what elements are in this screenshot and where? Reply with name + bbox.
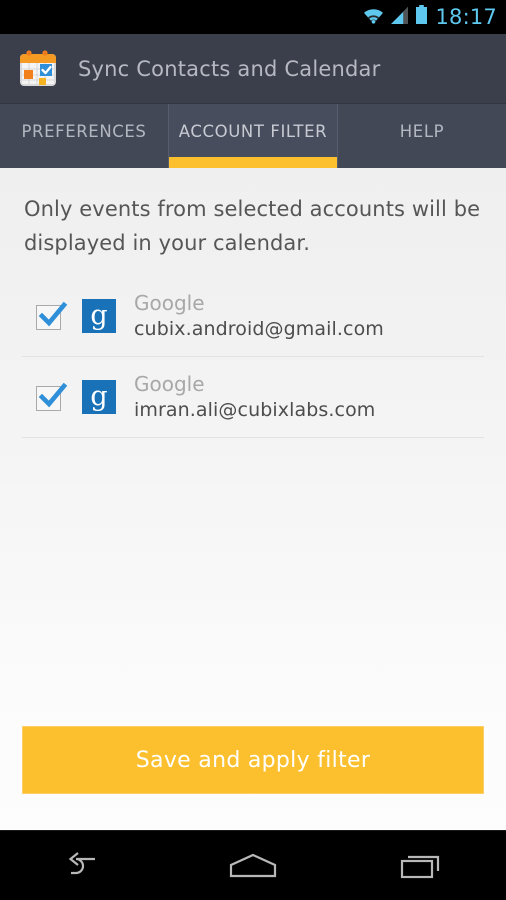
cellular-signal-icon [390, 6, 410, 29]
status-clock: 18:17 [435, 5, 497, 29]
account-checkbox[interactable] [36, 382, 68, 411]
account-text-group: Google cubix.android@gmail.com [134, 291, 384, 342]
battery-icon [415, 5, 428, 29]
account-email: cubix.android@gmail.com [134, 317, 384, 340]
google-logo-icon: g [82, 299, 116, 333]
account-email: imran.ali@cubixlabs.com [134, 398, 376, 421]
tab-bar: PREFERENCES ACCOUNT FILTER HELP [0, 104, 506, 168]
account-list: g Google cubix.android@gmail.com g Googl… [0, 276, 506, 438]
save-button-container: Save and apply filter [0, 726, 506, 830]
checkmark-icon [38, 301, 68, 327]
save-and-apply-filter-button[interactable]: Save and apply filter [22, 726, 484, 794]
nav-back-button[interactable] [39, 839, 129, 893]
account-row[interactable]: g Google cubix.android@gmail.com [0, 276, 506, 356]
google-logo-icon: g [82, 380, 116, 414]
account-checkbox[interactable] [36, 301, 68, 330]
account-text-group: Google imran.ali@cubixlabs.com [134, 372, 375, 423]
action-bar: Sync Contacts and Calendar [0, 34, 506, 104]
list-divider [22, 437, 484, 438]
recent-apps-icon [400, 855, 439, 878]
nav-home-button[interactable] [208, 839, 298, 893]
back-arrow-icon [69, 851, 96, 874]
status-bar: 18:17 [0, 0, 506, 34]
tab-preferences[interactable]: PREFERENCES [0, 104, 168, 168]
tab-account-filter-label: ACCOUNT FILTER [178, 122, 328, 141]
account-provider: Google [134, 290, 205, 315]
account-row[interactable]: g Google imran.ali@cubixlabs.com [0, 357, 506, 437]
system-navigation-bar [0, 830, 506, 900]
wifi-icon [362, 6, 385, 29]
app-title: Sync Contacts and Calendar [78, 56, 381, 81]
intro-text: Only events from selected accounts will … [24, 197, 481, 255]
account-provider: Google [134, 371, 205, 396]
active-tab-indicator [169, 157, 337, 168]
checkmark-icon [38, 382, 68, 408]
calendar-sync-app-icon [16, 47, 60, 91]
nav-recents-button[interactable] [377, 839, 467, 893]
tab-preferences-label: PREFERENCES [21, 122, 147, 141]
phone-screen: 18:17 Sync Contacts and Calendar PREFERE… [0, 0, 506, 900]
tab-help[interactable]: HELP [338, 104, 506, 168]
tab-account-filter[interactable]: ACCOUNT FILTER [168, 104, 338, 168]
account-filter-content: Only events from selected accounts will … [0, 168, 506, 830]
home-icon [229, 853, 277, 877]
status-icon-group [362, 5, 428, 29]
tab-help-label: HELP [399, 122, 445, 141]
